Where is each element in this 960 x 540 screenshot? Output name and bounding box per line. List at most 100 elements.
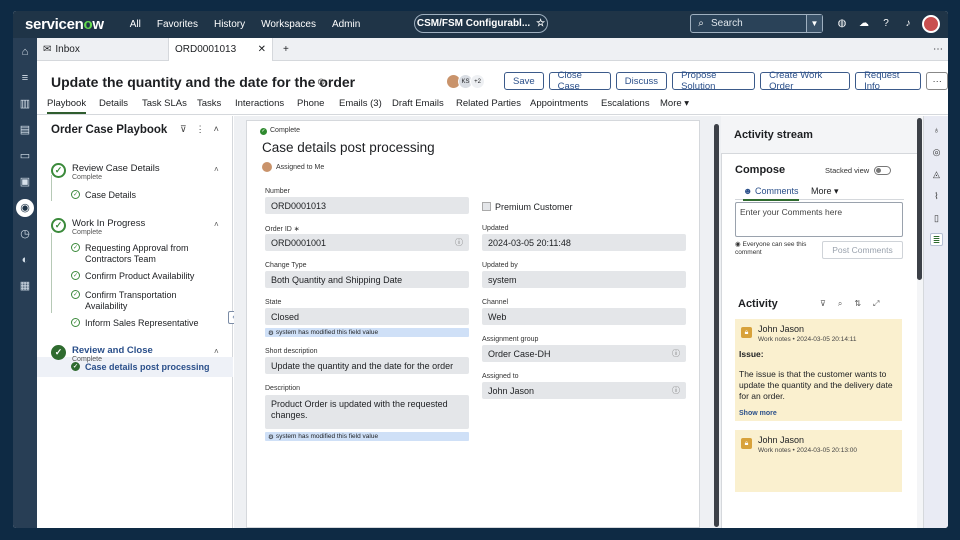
search-input[interactable]: Search <box>711 18 806 29</box>
chevron-up-icon[interactable]: ˄ <box>214 347 219 356</box>
tab-related-parties[interactable]: Related Parties <box>456 98 521 109</box>
servicenow-logo[interactable]: servicenow <box>25 16 104 33</box>
tab-more[interactable]: More ▾ <box>660 98 689 109</box>
tab-task-slas[interactable]: Task SLAs <box>142 98 187 109</box>
workspace-selector[interactable]: CSM/FSM Configurabl... ☆ <box>414 14 548 33</box>
add-tab-button[interactable]: + <box>277 38 295 61</box>
globe-icon[interactable]: ◍ <box>835 17 849 31</box>
check-icon: ✓ <box>71 290 80 299</box>
stacked-view-toggle[interactable] <box>874 166 891 175</box>
search-icon[interactable]: ⌕ <box>838 299 842 309</box>
lightbulb-icon[interactable]: ♁ <box>930 124 943 137</box>
clock-icon[interactable]: ◷ <box>18 227 32 241</box>
more-actions-button[interactable]: ··· <box>926 72 948 90</box>
activity-label: Confirm Transportation Availability <box>85 290 177 311</box>
document-icon[interactable]: ▯ <box>930 212 943 225</box>
change-type-field[interactable]: Both Quantity and Shipping Date <box>265 271 469 288</box>
tab-details[interactable]: Details <box>99 98 128 109</box>
close-icon[interactable]: ✕ <box>258 44 266 55</box>
knowledge-icon[interactable]: ◬ <box>930 168 943 181</box>
chevron-down-icon[interactable]: ▼ <box>806 15 822 32</box>
tag-icon[interactable]: ⊗ <box>317 77 325 88</box>
modified-note: ⚙ system has modified this field value <box>265 328 469 337</box>
lock-icon: 🔒︎ <box>741 438 752 449</box>
nav-history[interactable]: History <box>214 19 245 30</box>
filter-icon[interactable]: ⊽ <box>180 124 187 135</box>
tab-draft-emails[interactable]: Draft Emails <box>392 98 444 109</box>
chevron-up-icon[interactable]: ˄ <box>214 220 219 229</box>
tab-escalations[interactable]: Escalations <box>601 98 650 109</box>
dashboard-icon[interactable]: ◐ <box>18 253 32 267</box>
calendar-check-icon[interactable]: ▤ <box>18 123 32 137</box>
help-icon[interactable]: ? <box>879 17 893 31</box>
stage-name: Review and Close <box>72 345 153 356</box>
tab-record[interactable]: ORD0001013 ✕ <box>168 38 273 61</box>
tab-tasks[interactable]: Tasks <box>197 98 221 109</box>
assigned-to-field[interactable]: John Jason ⓘ <box>482 382 686 399</box>
inbox-agent-icon[interactable]: ◉ <box>16 199 34 217</box>
assignment-group-field[interactable]: Order Case-DH ⓘ <box>482 345 686 362</box>
expand-icon[interactable]: ⤢ <box>873 299 879 309</box>
nav-all[interactable]: All <box>130 19 141 30</box>
filter-icon[interactable]: ⊽ <box>820 299 826 309</box>
global-search[interactable]: ⌕ Search ▼ <box>690 14 823 33</box>
main-scrollbar[interactable] <box>713 116 721 528</box>
bell-icon[interactable]: ♪ <box>901 17 915 31</box>
nav-favorites[interactable]: Favorites <box>157 19 198 30</box>
chat-icon[interactable]: ☁ <box>857 17 871 31</box>
order-id-field[interactable]: ORD0001001 ⓘ <box>265 234 469 251</box>
check-icon: ✓ <box>71 318 80 327</box>
tab-comments[interactable]: ☻ Comments <box>743 186 799 201</box>
show-more-link[interactable]: Show more <box>739 410 777 417</box>
tab-more[interactable]: More ▾ <box>811 186 839 197</box>
tab-phone[interactable]: Phone <box>297 98 324 109</box>
premium-customer-checkbox[interactable] <box>482 202 491 211</box>
star-icon[interactable]: ☆ <box>536 18 545 29</box>
number-field[interactable]: ORD0001013 <box>265 197 469 214</box>
tab-emails[interactable]: Emails (3) <box>339 98 382 109</box>
chevron-up-icon[interactable]: ˄ <box>214 124 219 135</box>
list-icon[interactable]: ≡ <box>18 71 32 85</box>
sort-icon[interactable]: ⇅ <box>854 299 861 309</box>
activity-label: Confirm Product Availability <box>85 271 195 281</box>
overflow-menu-icon[interactable]: ⋯ <box>927 38 948 61</box>
short-description-field[interactable]: Update the quantity and the date for the… <box>265 357 469 374</box>
state-field[interactable]: Closed <box>265 308 469 325</box>
compose-title: Compose <box>735 164 786 176</box>
post-comments-button[interactable]: Post Comments <box>822 241 903 259</box>
channel-field[interactable]: Web <box>482 308 686 325</box>
nav-admin[interactable]: Admin <box>332 19 360 30</box>
description-field[interactable]: Product Order is updated with the reques… <box>265 395 469 429</box>
close-case-button[interactable]: Close Case <box>548 70 611 92</box>
gear-icon: ⚙ <box>268 329 274 337</box>
library-icon[interactable]: ▥ <box>18 97 32 111</box>
assigned-to-value: John Jason <box>488 385 535 396</box>
tab-playbook[interactable]: Playbook <box>47 98 87 114</box>
tab-interactions[interactable]: Interactions <box>235 98 284 109</box>
discuss-button[interactable]: Discuss <box>615 72 668 90</box>
activity-stream-icon[interactable]: ≣ <box>930 233 943 246</box>
user-avatar[interactable] <box>922 15 940 33</box>
attachment-icon[interactable]: ⌇ <box>930 190 943 203</box>
comments-input[interactable]: Enter your Comments here <box>735 202 903 237</box>
schedule-icon[interactable]: ▦ <box>18 279 32 293</box>
kebab-menu-icon[interactable]: ⋮ <box>196 124 205 135</box>
info-icon[interactable]: ⓘ <box>672 348 680 359</box>
chevron-up-icon[interactable]: ˄ <box>214 165 219 174</box>
tab-inbox[interactable]: ✉ Inbox <box>37 38 167 61</box>
request-info-button[interactable]: Request Info <box>855 70 922 92</box>
top-navigation-bar: servicenow All Favorites History Workspa… <box>13 11 948 38</box>
id-card-icon[interactable]: ▣ <box>18 175 32 189</box>
nav-workspaces[interactable]: Workspaces <box>261 19 316 30</box>
save-button[interactable]: Save <box>504 72 544 90</box>
tab-appointments[interactable]: Appointments <box>530 98 588 109</box>
home-icon[interactable]: ⌂ <box>18 45 32 59</box>
info-icon[interactable]: ⓘ <box>672 385 680 396</box>
propose-solution-button[interactable]: Propose Solution <box>672 70 756 92</box>
create-work-order-button[interactable]: Create Work Order <box>760 70 851 92</box>
card-icon[interactable]: ▭ <box>18 149 32 163</box>
agent-assist-icon[interactable]: ◎ <box>930 146 943 159</box>
info-icon[interactable]: ⓘ <box>455 237 463 248</box>
entry-author: John Jason <box>758 435 805 445</box>
presence-avatars[interactable]: KS +2 <box>446 74 485 89</box>
